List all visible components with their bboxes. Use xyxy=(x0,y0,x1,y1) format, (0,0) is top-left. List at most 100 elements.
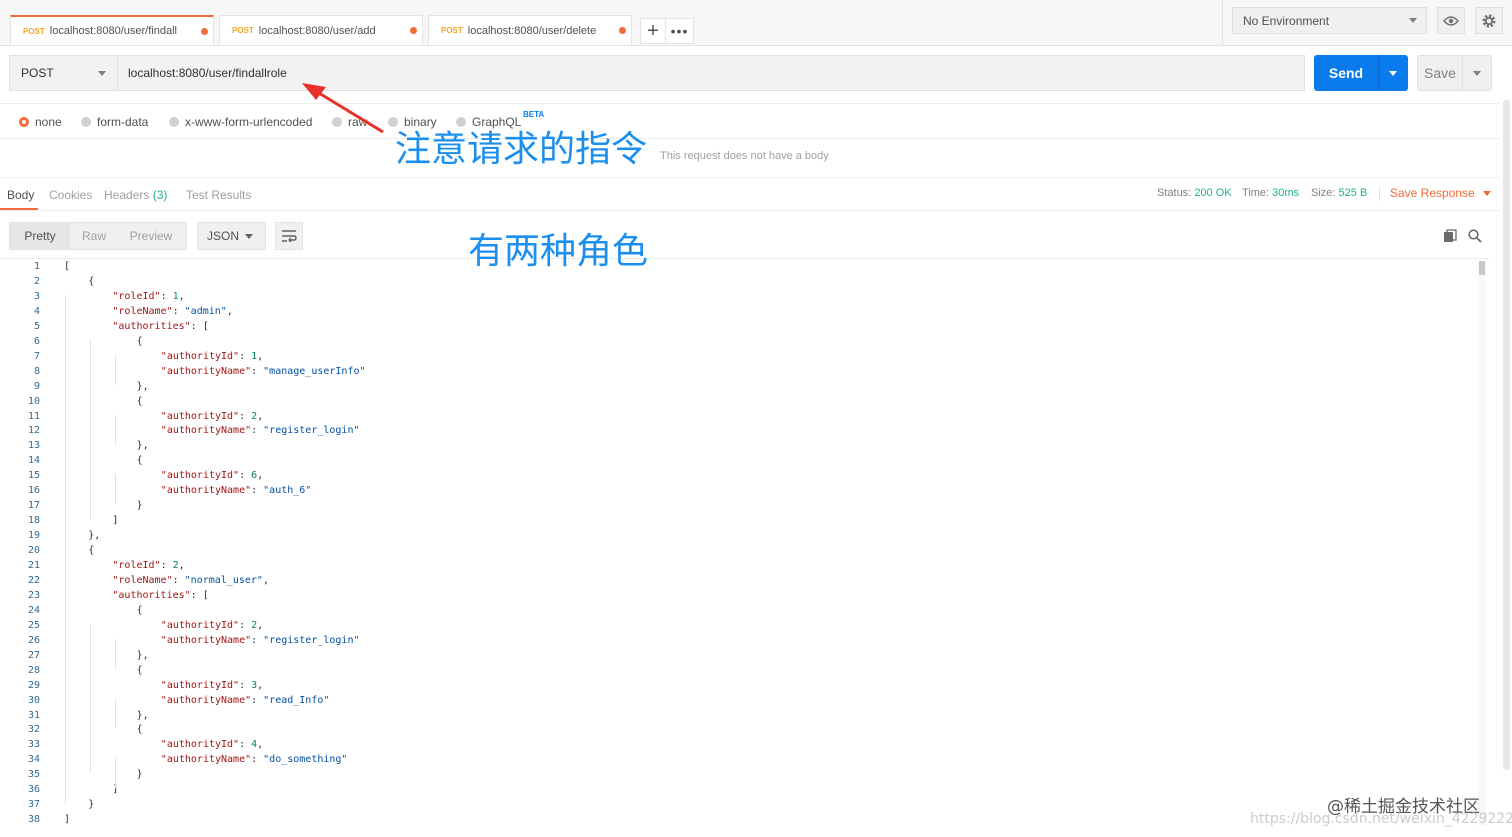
editor-scrollbar[interactable] xyxy=(1478,261,1486,826)
response-size: Size: 525 B xyxy=(1311,187,1367,199)
body-type-urlencoded-radio[interactable]: x-www-form-urlencoded xyxy=(169,115,312,129)
line-number: 22 xyxy=(27,574,40,586)
environment-settings-button[interactable] xyxy=(1475,7,1503,34)
line-number: 28 xyxy=(27,664,40,676)
code-line: "authorityId": 2, xyxy=(160,410,264,422)
code-line: "authorityId": 3, xyxy=(160,679,264,691)
code-line: "authorities": [ xyxy=(112,589,209,601)
code-line: { xyxy=(88,545,95,557)
line-number: 5 xyxy=(33,320,40,332)
indent-guide xyxy=(115,638,116,669)
line-number: 10 xyxy=(27,395,40,407)
new-tab-button[interactable]: + xyxy=(640,18,666,44)
code-line: "roleName": "admin", xyxy=(112,305,233,317)
time-value: 30ms xyxy=(1272,187,1300,199)
code-line: "roleName": "normal_user", xyxy=(112,574,269,586)
code-line: }, xyxy=(136,380,149,392)
environment-select[interactable]: No Environment xyxy=(1232,7,1427,34)
code-line: "authorityName": "auth_6" xyxy=(160,485,312,497)
view-mode-preview[interactable]: Preview xyxy=(118,229,184,243)
view-mode-pretty[interactable]: Pretty xyxy=(10,223,70,249)
scrollbar-thumb[interactable] xyxy=(1479,261,1485,275)
line-number: 8 xyxy=(33,365,40,377)
send-label: Send xyxy=(1328,65,1364,81)
line-number: 23 xyxy=(27,589,40,601)
annotation-note-roles: 有两种角色 xyxy=(468,231,649,272)
eye-icon xyxy=(1443,15,1459,26)
divider xyxy=(1378,55,1379,91)
time-label: Time: xyxy=(1242,187,1270,199)
code-line: "authorityName": "register_login" xyxy=(160,634,360,646)
empty-body-message: This request does not have a body xyxy=(660,150,829,162)
chevron-down-icon xyxy=(1409,18,1417,23)
search-icon[interactable] xyxy=(1468,229,1482,246)
body-type-none-radio[interactable]: none xyxy=(19,115,62,129)
status-value: 200 OK xyxy=(1194,187,1232,199)
tab-method-label: POST xyxy=(23,26,45,36)
wrap-lines-button[interactable] xyxy=(275,222,303,250)
headers-label: Headers xyxy=(104,188,150,202)
line-number: 33 xyxy=(27,739,40,751)
line-number: 25 xyxy=(27,619,40,631)
request-tab-findall[interactable]: POST localhost:8080/user/findall xyxy=(10,15,214,45)
copy-icon[interactable] xyxy=(1443,229,1457,246)
body-type-options: none form-data x-www-form-urlencoded raw… xyxy=(0,103,1500,138)
send-button[interactable]: Send xyxy=(1314,55,1408,91)
request-tab-add[interactable]: POST localhost:8080/user/add xyxy=(219,15,423,45)
line-number: 11 xyxy=(27,410,40,422)
code-line: ] xyxy=(112,515,119,527)
code-line: "authorities": [ xyxy=(112,320,209,332)
code-line: { xyxy=(136,664,143,676)
response-tab-headers[interactable]: Headers (3) xyxy=(104,188,167,202)
code-line: "roleId": 1, xyxy=(112,290,185,302)
view-mode-raw[interactable]: Raw xyxy=(70,229,118,243)
indent-guide xyxy=(115,758,116,789)
line-number: 3 xyxy=(33,290,40,302)
http-method-select[interactable]: POST xyxy=(9,55,118,91)
environment-quick-look-button[interactable] xyxy=(1437,7,1465,34)
indent-guide xyxy=(115,414,116,445)
save-options-chevron-icon[interactable] xyxy=(1473,70,1481,76)
indent-guide xyxy=(115,354,116,385)
tab-url-label: localhost:8080/user/findall xyxy=(49,25,177,37)
save-response-button[interactable]: Save Response xyxy=(1390,186,1491,200)
code-line: ] xyxy=(64,814,71,826)
request-tab-bar: POST localhost:8080/user/findall POST lo… xyxy=(0,0,1512,46)
line-number: 12 xyxy=(27,425,40,437)
response-body-editor[interactable]: 1 2 3 4 5 6 7 8 9 10 11 12 13 14 15 16 17 18 19 20 21 22 23 24 2… xyxy=(0,258,1490,829)
code-line: "authorityId": 1, xyxy=(160,350,264,362)
code-line: [ xyxy=(64,261,71,272)
line-number: 6 xyxy=(33,335,40,347)
code-line: }, xyxy=(136,440,149,452)
request-url-bar: POST localhost:8080/user/findallrole Sen… xyxy=(0,46,1512,101)
size-label: Size: xyxy=(1311,187,1336,199)
page-scrollbar[interactable] xyxy=(1503,100,1510,770)
line-number: 21 xyxy=(27,560,40,571)
code-line: }, xyxy=(88,530,101,542)
save-button[interactable]: Save xyxy=(1417,55,1492,91)
response-tab-cookies[interactable]: Cookies xyxy=(49,188,92,202)
divider xyxy=(0,138,1500,139)
chevron-down-icon xyxy=(245,234,253,239)
line-number: 18 xyxy=(27,515,40,527)
send-options-chevron-icon[interactable] xyxy=(1389,70,1397,76)
divider xyxy=(1462,56,1463,90)
code-line: } xyxy=(88,799,95,811)
format-select[interactable]: JSON xyxy=(197,222,266,250)
indent-guide xyxy=(90,623,91,774)
response-tab-test-results[interactable]: Test Results xyxy=(186,188,251,202)
tab-url-label: localhost:8080/user/delete xyxy=(467,24,597,37)
code-line: { xyxy=(136,455,143,467)
response-tab-body[interactable]: Body xyxy=(7,188,34,202)
line-number: 17 xyxy=(27,500,40,512)
code-line: "authorityName": "register_login" xyxy=(160,425,360,437)
body-type-form-data-radio[interactable]: form-data xyxy=(81,115,148,129)
radio-label: none xyxy=(35,115,62,129)
watermark-url: https://blog.csdn.net/weixin_42292229 xyxy=(1250,811,1512,827)
more-tabs-button[interactable]: ••• xyxy=(666,18,694,44)
request-tab-delete[interactable]: POST localhost:8080/user/delete xyxy=(428,15,632,45)
line-number: 9 xyxy=(33,380,40,392)
line-number: 7 xyxy=(33,350,40,362)
chevron-down-icon xyxy=(1482,190,1491,196)
line-number: 14 xyxy=(27,455,40,467)
